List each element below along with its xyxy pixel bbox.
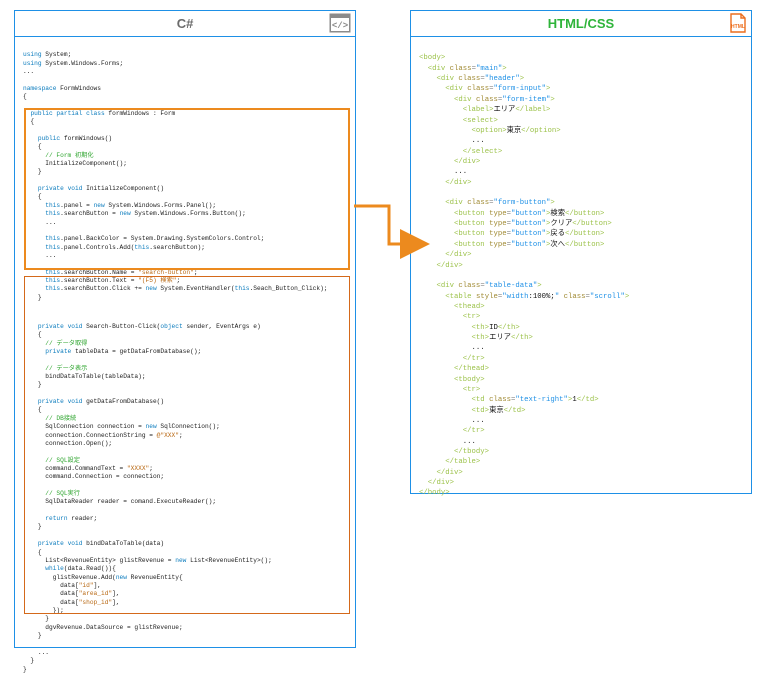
csharp-class-decl: public partial class formWindows : Form … [23,110,347,127]
svg-text:HTML: HTML [731,24,745,30]
htmlcss-panel-header: HTML/CSS HTML [411,11,751,37]
htmlcss-panel: HTML/CSS HTML <body> <div class="main"> … [410,10,752,494]
htmlcss-body: <body> <div class="main"> <div class="he… [419,53,743,498]
comparison-figure: C# </> using System; using System.Window… [10,10,760,650]
csharp-panel: C# </> using System; using System.Window… [14,10,356,648]
htmlcss-code: <body> <div class="main"> <div class="he… [411,37,751,528]
csharp-code: using System; using System.Windows.Forms… [15,37,355,699]
csharp-panel-header: C# </> [15,11,355,37]
code-brackets-icon: </> [329,13,351,36]
csharp-preamble: using System; using System.Windows.Forms… [23,51,347,101]
csharp-suffix: ... } } [23,649,347,674]
csharp-block1: public formWindows() { // Form 初期化 Initi… [23,135,347,302]
csharp-block2: private void Search-Button-Click(object … [23,323,347,641]
csharp-title: C# [177,16,194,31]
htmlcss-title: HTML/CSS [548,16,614,31]
svg-text:</>: </> [332,21,348,31]
html-page-icon: HTML [729,13,747,36]
